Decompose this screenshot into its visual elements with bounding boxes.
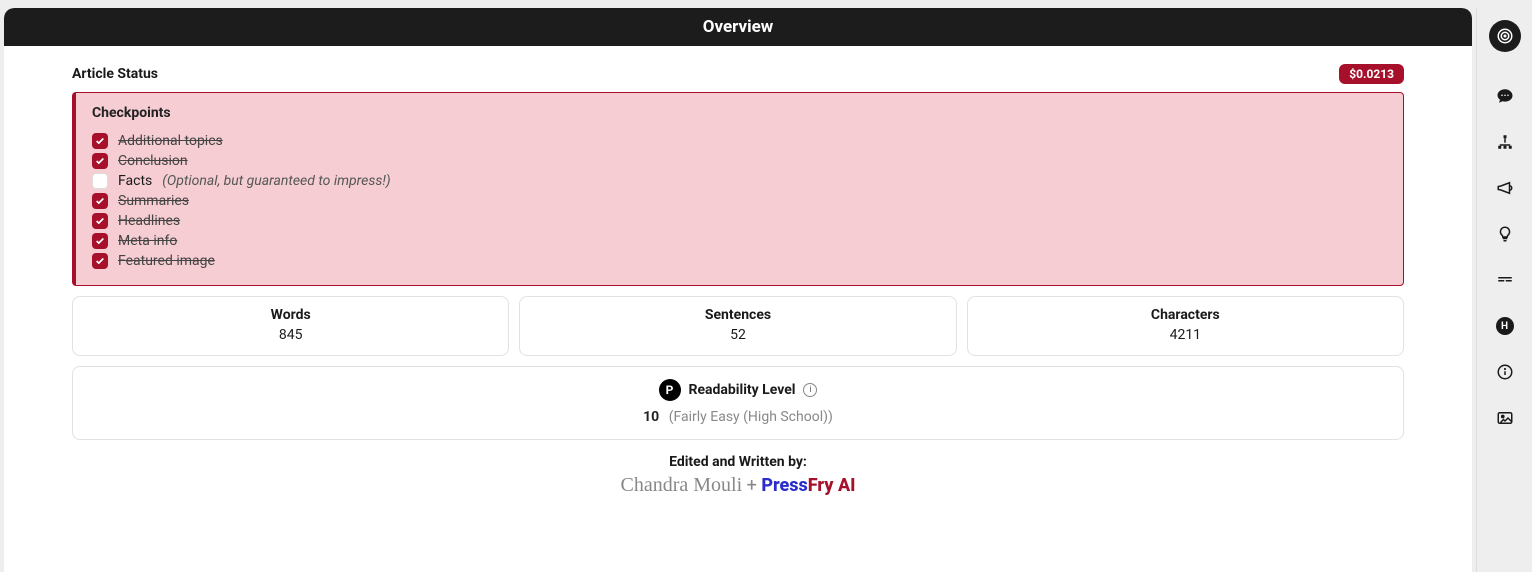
main-panel: Overview Article Status $0.0213 Checkpoi…	[4, 8, 1472, 572]
stat-sentences-value: 52	[520, 327, 955, 343]
checkpoint-note: (Optional, but guaranteed to impress!)	[162, 173, 390, 189]
checkpoint-item: Meta info	[92, 231, 1387, 251]
stat-words: Words 845	[72, 296, 509, 356]
stat-sentences-label: Sentences	[520, 307, 955, 323]
info-icon[interactable]: i	[803, 383, 817, 397]
credits-author: Chandra Mouli	[621, 474, 743, 496]
sitemap-icon[interactable]	[1493, 130, 1517, 154]
stat-characters-label: Characters	[968, 307, 1403, 323]
stat-characters: Characters 4211	[967, 296, 1404, 356]
checkpoint-item: Headlines	[92, 211, 1387, 231]
checkpoint-checkbox[interactable]	[92, 233, 108, 249]
readability-score: 10	[643, 409, 659, 425]
info-rail-icon[interactable]	[1493, 360, 1517, 384]
lightbulb-icon[interactable]	[1493, 222, 1517, 246]
checkpoint-item: Additional topics	[92, 131, 1387, 151]
checkpoint-item: Summaries	[92, 191, 1387, 211]
price-badge: $0.0213	[1339, 64, 1404, 84]
credits-brand-ai: AI	[833, 475, 855, 496]
checkpoint-label: Summaries	[118, 193, 189, 209]
chat-icon[interactable]	[1493, 84, 1517, 108]
checkpoints-list: Additional topics Conclusion Facts (Option…	[92, 131, 1387, 271]
checkpoint-label: Facts	[118, 173, 152, 189]
readability-description: (Fairly Easy (High School))	[669, 409, 833, 425]
checkpoints-heading: Checkpoints	[92, 105, 1387, 121]
stat-sentences: Sentences 52	[519, 296, 956, 356]
credits-brand-fry: Fry	[808, 475, 834, 496]
stat-words-label: Words	[73, 307, 508, 323]
credits-line: Chandra Mouli + PressFry AI	[72, 474, 1404, 497]
checkpoint-checkbox[interactable]	[92, 133, 108, 149]
stat-words-value: 845	[73, 327, 508, 343]
readability-label: Readability Level	[689, 382, 796, 398]
checkpoints-panel: Checkpoints Additional topics Conclusion F…	[72, 92, 1404, 286]
credits-label: Edited and Written by:	[72, 454, 1404, 470]
stats-row: Words 845 Sentences 52 Characters 4211	[72, 296, 1404, 356]
credits-brand-press: Press	[761, 475, 807, 496]
checkpoint-checkbox[interactable]	[92, 213, 108, 229]
layout-icon[interactable]	[1493, 268, 1517, 292]
checkpoint-item: Conclusion	[92, 151, 1387, 171]
checkpoint-label: Headlines	[118, 213, 180, 229]
checkpoint-item: Facts (Optional, but guaranteed to impre…	[92, 171, 1387, 191]
checkpoint-label: Meta info	[118, 233, 177, 249]
side-rail: H	[1476, 8, 1532, 572]
history-icon[interactable]: H	[1493, 314, 1517, 338]
checkpoint-checkbox[interactable]	[92, 193, 108, 209]
readability-card: P Readability Level i 10 (Fairly Easy (H…	[72, 366, 1404, 440]
readability-badge-icon: P	[659, 379, 681, 401]
checkpoint-label: Conclusion	[118, 153, 188, 169]
checkpoint-item: Featured image	[92, 251, 1387, 271]
image-icon[interactable]	[1493, 406, 1517, 430]
credits: Edited and Written by: Chandra Mouli + P…	[72, 454, 1404, 497]
stat-characters-value: 4211	[968, 327, 1403, 343]
checkpoint-label: Additional topics	[118, 133, 223, 149]
megaphone-icon[interactable]	[1493, 176, 1517, 200]
target-icon[interactable]	[1489, 20, 1521, 52]
article-status-heading: Article Status	[72, 66, 158, 82]
checkpoint-checkbox[interactable]	[92, 153, 108, 169]
checkpoint-label: Featured image	[118, 253, 215, 269]
page-title: Overview	[4, 8, 1472, 46]
checkpoint-checkbox[interactable]	[92, 253, 108, 269]
credits-plus: +	[747, 475, 757, 496]
checkpoint-checkbox[interactable]	[92, 173, 108, 189]
